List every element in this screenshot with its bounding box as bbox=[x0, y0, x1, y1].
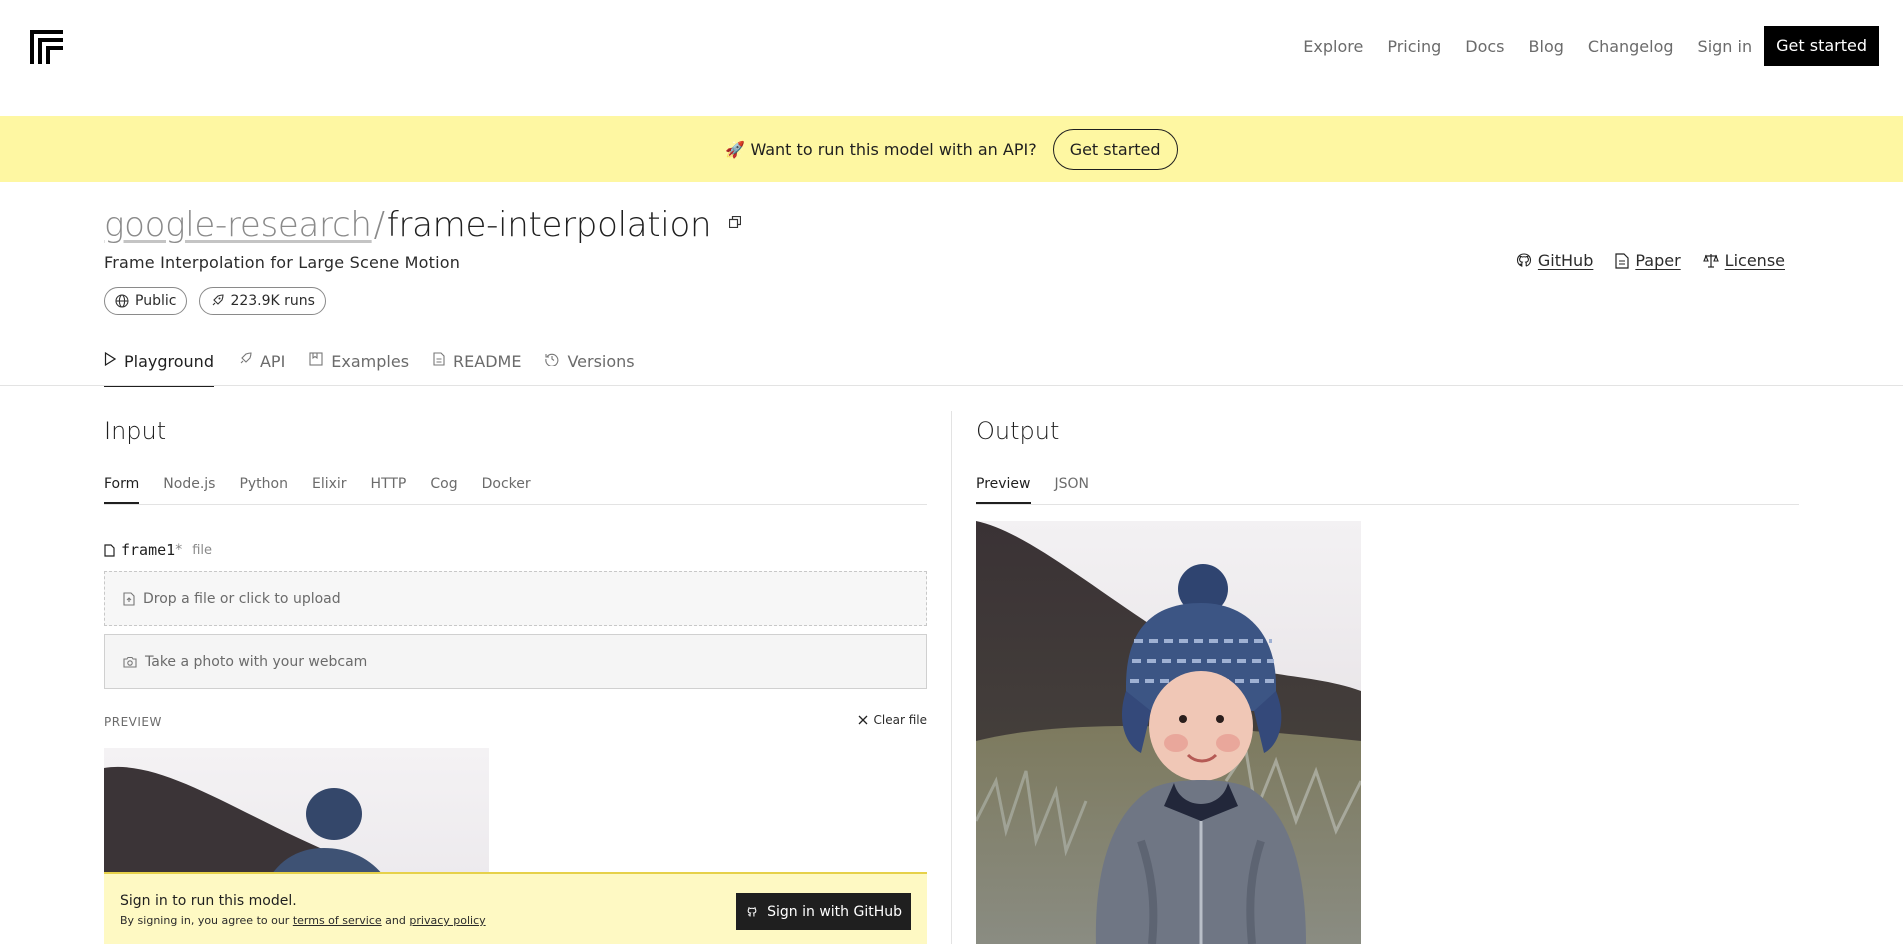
runs-badge: 223.9K runs bbox=[199, 287, 326, 315]
bookmark-icon bbox=[309, 352, 323, 366]
camera-icon bbox=[123, 656, 137, 668]
tab-api-label: API bbox=[259, 352, 286, 371]
subtab-python[interactable]: Python bbox=[239, 474, 288, 504]
paper-link-label: Paper bbox=[1635, 251, 1681, 270]
output-subtabs: Preview JSON bbox=[976, 474, 1089, 504]
nav-blog[interactable]: Blog bbox=[1517, 37, 1576, 56]
input-subtabs: Form Node.js Python Elixir HTTP Cog Dock… bbox=[104, 474, 531, 504]
github-icon bbox=[1516, 252, 1531, 267]
frame1-field-label: frame1 * file bbox=[104, 541, 212, 559]
subtab-json[interactable]: JSON bbox=[1055, 474, 1090, 504]
subtab-form[interactable]: Form bbox=[104, 474, 140, 504]
nav-pricing[interactable]: Pricing bbox=[1375, 37, 1453, 56]
subtab-nodejs[interactable]: Node.js bbox=[163, 474, 215, 504]
license-link-label: License bbox=[1724, 251, 1785, 270]
tab-versions-label: Versions bbox=[567, 352, 635, 371]
github-link-label: GitHub bbox=[1537, 251, 1594, 270]
subtab-cog[interactable]: Cog bbox=[430, 474, 457, 504]
rocket-icon bbox=[213, 294, 224, 306]
file-dropzone[interactable]: Drop a file or click to upload bbox=[104, 571, 927, 626]
dropzone-label: Drop a file or click to upload bbox=[143, 590, 341, 607]
visibility-badge: Public bbox=[104, 287, 188, 315]
copy-icon[interactable] bbox=[729, 197, 742, 229]
model-name: frame-interpolation bbox=[386, 205, 712, 245]
title-separator: / bbox=[373, 205, 385, 245]
close-icon bbox=[858, 715, 867, 725]
tab-readme[interactable]: README bbox=[433, 346, 521, 386]
top-navigation: Explore Pricing Docs Blog Changelog Sign… bbox=[0, 0, 1903, 116]
model-owner-link[interactable]: google-research bbox=[104, 205, 372, 245]
github-link[interactable]: GitHub bbox=[1516, 251, 1593, 270]
input-subtabs-divider bbox=[104, 504, 927, 505]
api-banner: 🚀 Want to run this model with an API? Ge… bbox=[0, 116, 1903, 182]
runs-count: 223.9K runs bbox=[230, 293, 315, 309]
webcam-label: Take a photo with your webcam bbox=[145, 653, 368, 670]
signin-terms-and: and bbox=[381, 914, 410, 927]
nav-explore[interactable]: Explore bbox=[1291, 37, 1375, 56]
field-type: file bbox=[192, 542, 212, 558]
terms-of-service-link[interactable]: terms of service bbox=[293, 914, 382, 927]
tab-playground[interactable]: Playground bbox=[104, 346, 214, 387]
get-started-button[interactable]: Get started bbox=[1764, 26, 1879, 66]
github-icon bbox=[747, 906, 757, 916]
signin-terms-text: By signing in, you agree to our terms of… bbox=[120, 914, 486, 927]
github-button-label: Sign in with GitHub bbox=[767, 903, 902, 920]
document-icon bbox=[1615, 252, 1629, 269]
webcam-button[interactable]: Take a photo with your webcam bbox=[104, 634, 927, 689]
nav-changelog[interactable]: Changelog bbox=[1576, 37, 1686, 56]
output-title: Output bbox=[976, 417, 1060, 445]
subtab-elixir[interactable]: Elixir bbox=[312, 474, 347, 504]
file-icon bbox=[104, 543, 115, 557]
signin-terms-prefix: By signing in, you agree to our bbox=[120, 914, 293, 927]
subtab-preview[interactable]: Preview bbox=[976, 474, 1031, 504]
tab-readme-label: README bbox=[453, 352, 522, 371]
clear-file-button[interactable]: Clear file bbox=[858, 713, 927, 727]
tab-playground-label: Playground bbox=[124, 352, 214, 371]
sign-in-with-github-button[interactable]: Sign in with GitHub bbox=[736, 893, 911, 930]
tab-api[interactable]: API bbox=[238, 346, 285, 386]
model-badges: Public 223.9K runs bbox=[104, 287, 326, 315]
field-name: frame1 bbox=[121, 541, 176, 559]
nav-links: Explore Pricing Docs Blog Changelog Sign… bbox=[1291, 26, 1879, 66]
panel-divider bbox=[951, 411, 952, 944]
subtab-http[interactable]: HTTP bbox=[371, 474, 407, 504]
tabs-divider bbox=[0, 385, 1903, 386]
rocket-icon bbox=[240, 352, 252, 364]
nav-docs[interactable]: Docs bbox=[1453, 37, 1516, 56]
model-title: google-research / frame-interpolation bbox=[104, 205, 742, 245]
history-icon bbox=[545, 353, 559, 366]
input-title: Input bbox=[104, 417, 167, 445]
signin-bar: Sign in to run this model. By signing in… bbox=[104, 872, 927, 944]
rocket-icon: 🚀 bbox=[725, 139, 746, 159]
tab-versions[interactable]: Versions bbox=[545, 346, 635, 386]
model-tabs: Playground API Examples README Versions bbox=[104, 346, 635, 387]
visibility-label: Public bbox=[135, 293, 177, 309]
signin-title: Sign in to run this model. bbox=[120, 893, 297, 909]
subtab-docker[interactable]: Docker bbox=[482, 474, 531, 504]
scale-icon bbox=[1702, 253, 1719, 268]
globe-icon bbox=[115, 294, 129, 308]
document-icon bbox=[433, 352, 445, 366]
license-link[interactable]: License bbox=[1702, 251, 1785, 270]
external-links: GitHub Paper License bbox=[1516, 251, 1785, 270]
output-subtabs-divider bbox=[976, 504, 1799, 505]
clear-file-label: Clear file bbox=[873, 713, 927, 727]
required-marker: * bbox=[175, 542, 183, 558]
banner-message: 🚀 Want to run this model with an API? bbox=[725, 140, 1036, 159]
tab-examples-label: Examples bbox=[331, 352, 410, 371]
play-icon bbox=[104, 352, 116, 366]
nav-sign-in[interactable]: Sign in bbox=[1686, 37, 1765, 56]
preview-label: PREVIEW bbox=[104, 715, 162, 729]
replicate-logo[interactable] bbox=[30, 30, 63, 64]
privacy-policy-link[interactable]: privacy policy bbox=[409, 914, 485, 927]
tab-examples[interactable]: Examples bbox=[309, 346, 409, 386]
output-preview-image bbox=[976, 521, 1361, 944]
model-description: Frame Interpolation for Large Scene Moti… bbox=[104, 253, 461, 272]
banner-get-started-button[interactable]: Get started bbox=[1052, 128, 1178, 170]
paper-link[interactable]: Paper bbox=[1615, 251, 1681, 270]
file-upload-icon bbox=[123, 591, 135, 606]
banner-text: Want to run this model with an API? bbox=[750, 139, 1037, 159]
